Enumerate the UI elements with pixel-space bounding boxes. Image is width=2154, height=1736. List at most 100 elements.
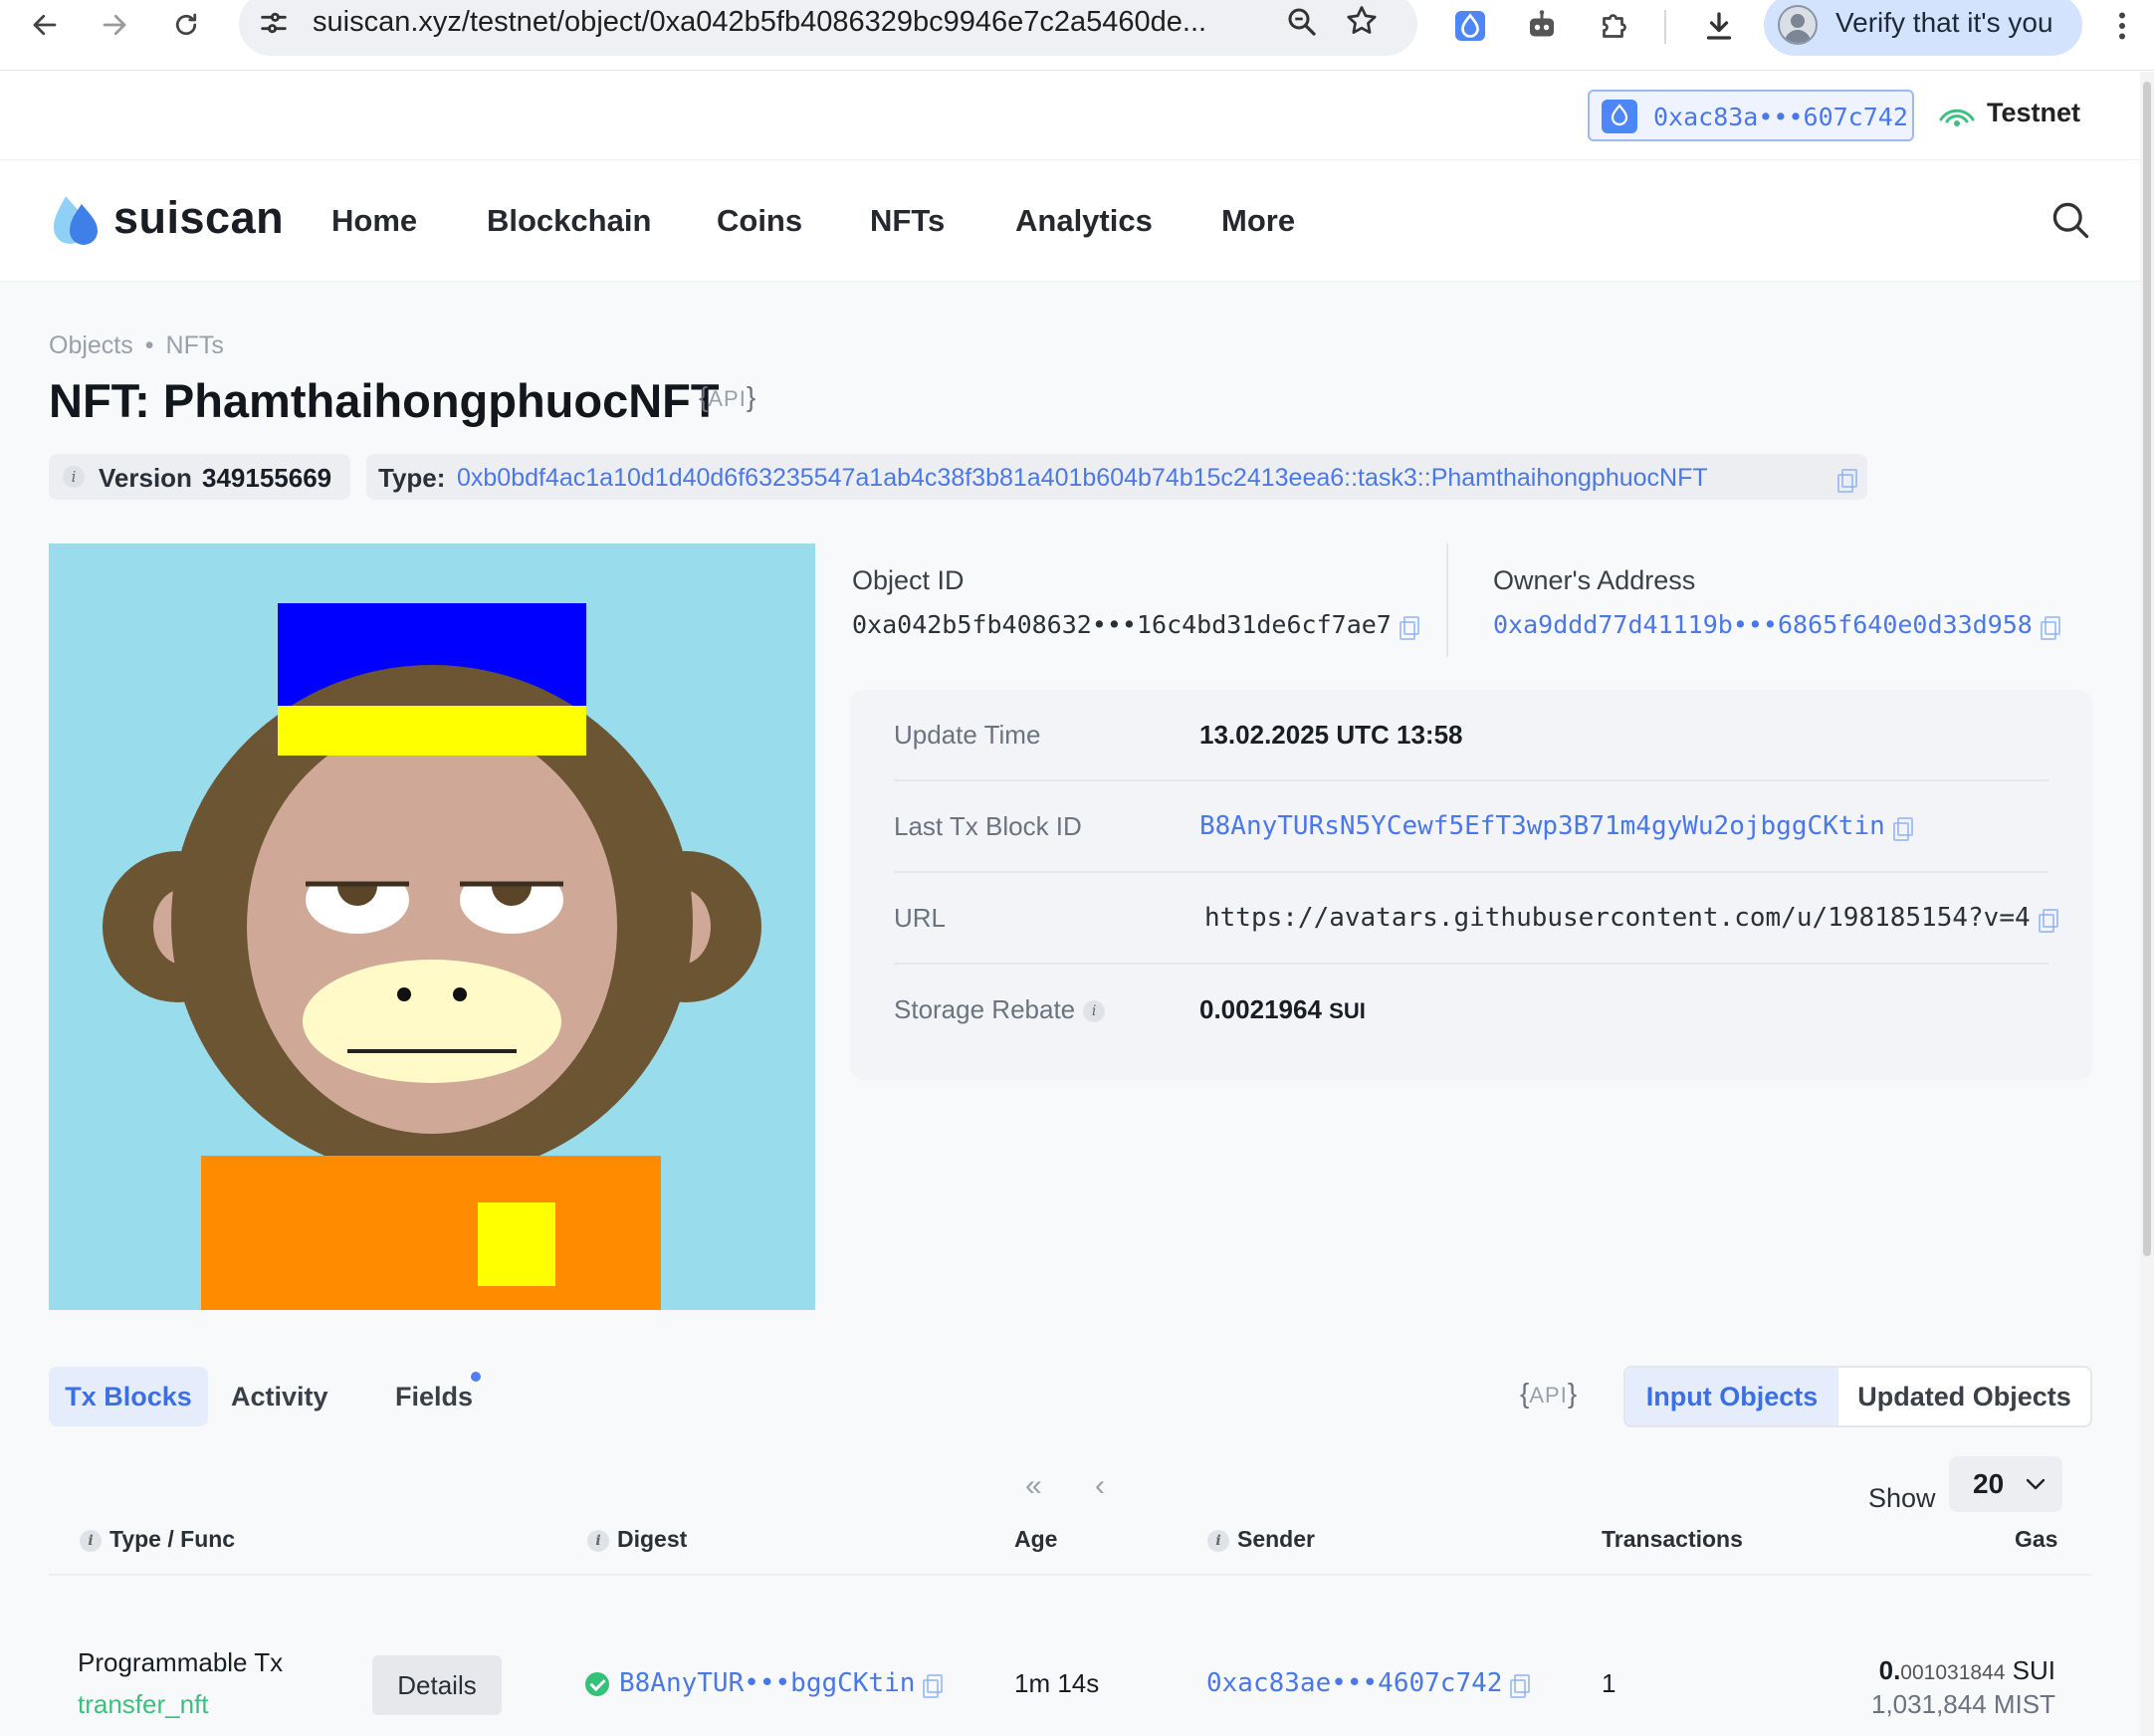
notification-dot: [469, 1370, 483, 1384]
info-icon[interactable]: i: [63, 466, 85, 488]
nav-more[interactable]: More: [1221, 203, 1295, 239]
page-size-select[interactable]: 20: [1949, 1456, 2062, 1512]
breadcrumb-nfts[interactable]: NFTs: [166, 331, 224, 359]
copy-icon[interactable]: [2040, 616, 2060, 640]
zoom-icon[interactable]: [1284, 4, 1320, 45]
copy-icon[interactable]: [1892, 816, 1913, 841]
sui-drop-icon[interactable]: [1448, 4, 1492, 48]
api-link[interactable]: {API}: [699, 381, 755, 413]
puzzle-icon[interactable]: [1593, 4, 1636, 48]
tab-activity[interactable]: Activity: [231, 1367, 328, 1426]
digest-cell: B8AnyTUR•••bggCKtin: [585, 1668, 944, 1698]
age-cell: 1m 14s: [1014, 1668, 1100, 1698]
page-title: NFT: PhamthaihongphuocNFT: [49, 374, 720, 427]
detail-row-storage-rebate: Storage Rebate i 0.0021964 SUI: [894, 965, 2048, 1056]
url-value: https://avatars.githubusercontent.com/u/…: [1204, 903, 2031, 933]
info-icon[interactable]: i: [1083, 1000, 1106, 1023]
copy-icon[interactable]: [2038, 908, 2058, 933]
column-header-type: i Type / Func: [80, 1526, 235, 1553]
nav-home[interactable]: Home: [331, 203, 417, 239]
column-header-text: Type / Func: [109, 1526, 236, 1552]
tune-icon[interactable]: [257, 6, 291, 45]
back-button[interactable]: [20, 2, 70, 48]
detail-value-wrap: B8AnyTURsN5YCewf5EfT3wp3B71m4gyWu2ojbggC…: [1199, 811, 1913, 841]
segment-input-objects[interactable]: Input Objects: [1625, 1368, 1838, 1425]
first-page-button[interactable]: «: [1025, 1469, 1042, 1503]
signal-icon: [1939, 108, 1975, 126]
owner-value: 0xa9ddd77d41119b•••6865f640e0d33d958: [1493, 610, 2060, 640]
kebab-icon[interactable]: [2110, 8, 2134, 49]
address-bar[interactable]: suiscan.xyz/testnet/object/0xa042b5fb408…: [239, 0, 1417, 56]
object-details-card: Update Time 13.02.2025 UTC 13:58 Last Tx…: [850, 690, 2092, 1080]
robot-icon[interactable]: [1520, 4, 1564, 48]
owner-address-link[interactable]: 0xa9ddd77d41119b•••6865f640e0d33d958: [1493, 610, 2033, 639]
wallet-address: 0xac83a•••607c742: [1653, 103, 1908, 131]
segment-updated-objects[interactable]: Updated Objects: [1838, 1368, 2090, 1425]
nft-image[interactable]: [49, 543, 815, 1310]
detail-label-wrap: Storage Rebate i: [894, 994, 1106, 1025]
nav-coins[interactable]: Coins: [717, 203, 802, 239]
url-text[interactable]: suiscan.xyz/testnet/object/0xa042b5fb408…: [313, 6, 1206, 39]
type-link[interactable]: 0xb0bdf4ac1a10d1d40d6f63235547a1ab4c38f3…: [457, 464, 1708, 493]
prev-page-button[interactable]: ‹: [1095, 1469, 1105, 1503]
forward-button[interactable]: [90, 2, 139, 48]
breadcrumb-objects[interactable]: Objects: [49, 331, 133, 359]
reload-icon: [175, 13, 197, 36]
info-icon[interactable]: i: [1207, 1529, 1229, 1552]
details-button[interactable]: Details: [372, 1655, 502, 1715]
reload-button[interactable]: [161, 2, 211, 48]
api-link-2[interactable]: {API}: [1520, 1378, 1577, 1410]
copy-icon[interactable]: [1399, 616, 1419, 640]
success-icon: [585, 1671, 609, 1696]
gas-int: 0.: [1878, 1655, 1901, 1685]
owner-label: Owner's Address: [1493, 565, 1696, 595]
gas-unit: SUI: [2012, 1655, 2055, 1685]
version-chip: i Version 349155669: [49, 454, 350, 500]
info-icon[interactable]: i: [587, 1529, 609, 1552]
detail-label: Update Time: [894, 720, 1041, 750]
sender-cell: 0xac83ae•••4607c742: [1206, 1668, 1531, 1698]
tx-func[interactable]: transfer_nft: [78, 1689, 209, 1720]
rebate-unit: SUI: [1329, 998, 1366, 1023]
star-icon[interactable]: [1344, 3, 1380, 44]
divider: [1446, 543, 1448, 657]
arrow-left-icon: [33, 14, 57, 36]
column-header-text: Sender: [1237, 1526, 1315, 1552]
detail-row-last-tx: Last Tx Block ID B8AnyTURsN5YCewf5EfT3wp…: [894, 781, 2048, 873]
column-header-sender: i Sender: [1207, 1526, 1315, 1553]
tab-fields[interactable]: Fields: [395, 1367, 473, 1426]
breadcrumb-separator: •: [144, 331, 154, 359]
nav-nfts[interactable]: NFTs: [870, 203, 945, 239]
last-tx-link[interactable]: B8AnyTURsN5YCewf5EfT3wp3B71m4gyWu2ojbggC…: [1199, 811, 1885, 841]
column-header-text: Digest: [617, 1526, 688, 1552]
sender-link[interactable]: 0xac83ae•••4607c742: [1206, 1668, 1502, 1698]
suiscan-logo-icon[interactable]: [48, 190, 108, 250]
scrollbar-thumb[interactable]: [2143, 82, 2151, 1256]
brand-name[interactable]: suiscan: [113, 192, 284, 244]
nav-blockchain[interactable]: Blockchain: [487, 203, 651, 239]
search-icon[interactable]: [2048, 198, 2092, 247]
wallet-button[interactable]: 0xac83a•••607c742: [1588, 90, 1914, 141]
profile-button[interactable]: Verify that it's you: [1764, 0, 2082, 56]
nav-analytics[interactable]: Analytics: [1015, 203, 1153, 239]
scrollbar[interactable]: [2140, 72, 2154, 1736]
toolbar-divider: [1664, 10, 1666, 44]
download-icon[interactable]: [1697, 4, 1741, 48]
column-header-transactions: Transactions: [1602, 1526, 1743, 1552]
object-id-value: 0xa042b5fb408632•••16c4bd31de6cf7ae7: [852, 610, 1419, 640]
chevron-down-icon: [2026, 1478, 2046, 1490]
copy-icon[interactable]: [1510, 1673, 1531, 1698]
type-label: Type:: [378, 463, 446, 493]
objects-toggle: Input Objects Updated Objects: [1623, 1366, 2092, 1427]
tab-tx-blocks[interactable]: Tx Blocks: [49, 1367, 208, 1426]
copy-icon[interactable]: [1837, 469, 1857, 493]
site-topbar: 0xac83a•••607c742 Testnet: [0, 72, 2140, 160]
sui-drop-icon: [1602, 100, 1637, 133]
version-label: Version: [99, 463, 192, 493]
digest-link[interactable]: B8AnyTUR•••bggCKtin: [619, 1668, 915, 1698]
transactions-cell: 1: [1602, 1668, 1616, 1698]
info-icon[interactable]: i: [80, 1529, 102, 1552]
copy-icon[interactable]: [923, 1673, 944, 1698]
gas-mist: 1,031,844 MIST: [1871, 1689, 2055, 1719]
version-value: 349155669: [202, 463, 332, 493]
